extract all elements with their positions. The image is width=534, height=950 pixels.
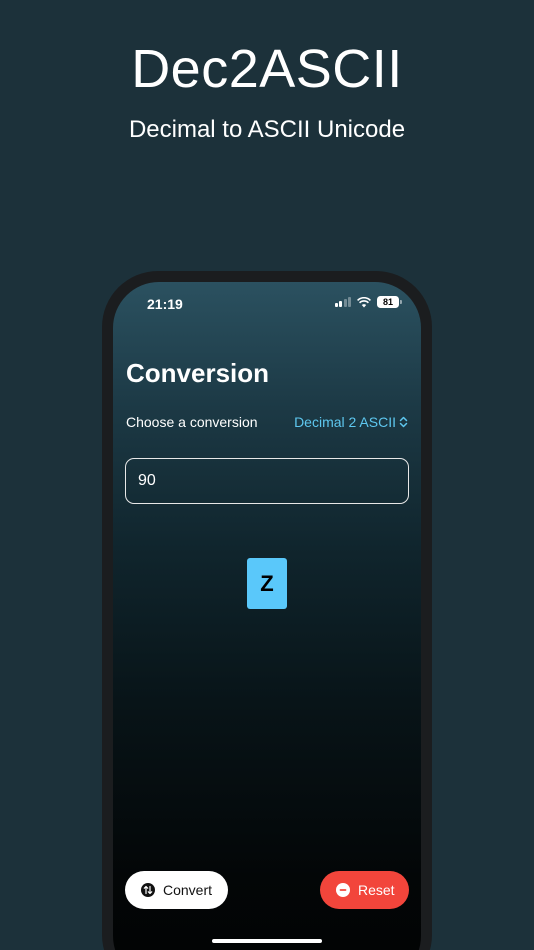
conversion-picker[interactable]: Decimal 2 ASCII bbox=[294, 414, 408, 430]
home-indicator[interactable] bbox=[212, 939, 322, 943]
convert-button-label: Convert bbox=[163, 882, 213, 898]
conversion-label: Choose a conversion bbox=[126, 414, 258, 430]
chevron-up-down-icon bbox=[399, 416, 408, 428]
decimal-input[interactable]: 90 bbox=[125, 458, 409, 504]
convert-button[interactable]: Convert bbox=[125, 871, 228, 909]
decimal-input-value: 90 bbox=[138, 472, 156, 489]
battery-icon: 81 bbox=[377, 296, 402, 308]
status-time: 21:19 bbox=[147, 296, 183, 312]
page-title: Conversion bbox=[126, 358, 270, 388]
minus-circle-icon bbox=[336, 883, 350, 897]
status-icons: 81 bbox=[334, 296, 402, 308]
phone-frame: 21:19 81 Conversion Choose a conversion … bbox=[102, 271, 432, 950]
signal-icon bbox=[334, 297, 351, 307]
arrows-up-down-icon bbox=[141, 883, 155, 897]
phone-screen: 21:19 81 Conversion Choose a conversion … bbox=[113, 282, 421, 950]
conversion-picker-value: Decimal 2 ASCII bbox=[294, 414, 396, 430]
promo-title: Dec2ASCII bbox=[131, 39, 403, 99]
promo-subtitle: Decimal to ASCII Unicode bbox=[128, 116, 406, 143]
wifi-icon bbox=[357, 296, 371, 307]
reset-button-label: Reset bbox=[358, 882, 395, 898]
result-character: Z bbox=[247, 558, 287, 609]
reset-button[interactable]: Reset bbox=[320, 871, 409, 909]
